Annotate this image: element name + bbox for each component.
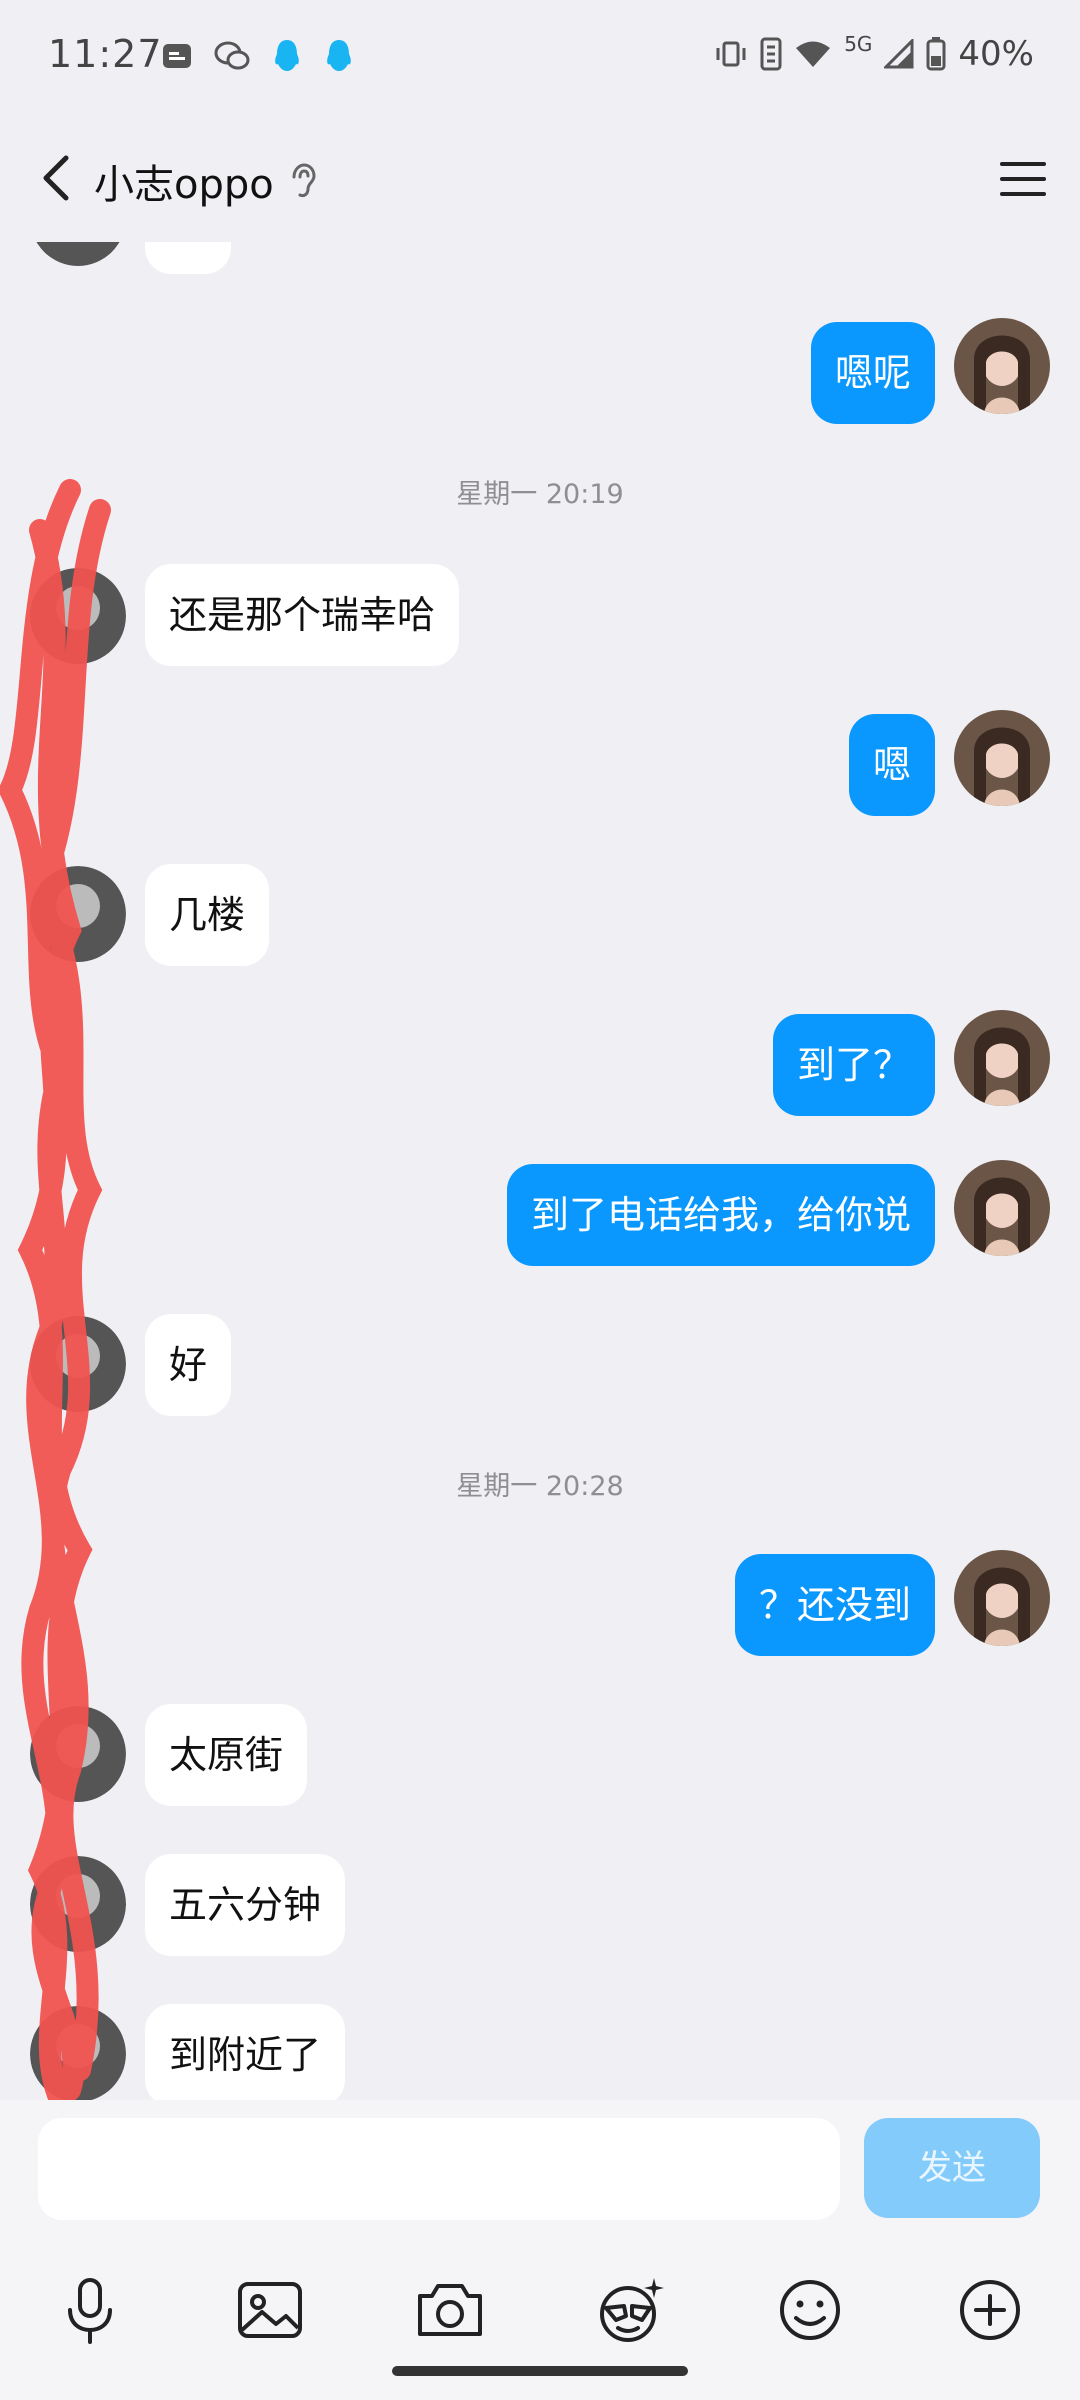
chat-header: 小志oppo <box>0 112 1080 242</box>
contact-avatar[interactable] <box>30 242 126 266</box>
wifi-icon <box>796 41 831 67</box>
message-input[interactable] <box>38 2118 840 2220</box>
menu-icon[interactable] <box>996 152 1050 206</box>
camera-icon[interactable] <box>412 2272 488 2348</box>
microphone-icon[interactable] <box>52 2272 128 2348</box>
notification-icons <box>162 38 354 74</box>
contact-title[interactable]: 小志oppo <box>94 152 316 210</box>
battery-percent: 40% <box>958 34 1034 74</box>
timestamp: 星期一 20:28 <box>456 1471 624 1502</box>
message-received[interactable]: 还是那个瑞幸哈 <box>145 564 460 666</box>
my-avatar[interactable] <box>954 710 1050 806</box>
wechat-icon <box>214 41 250 70</box>
signal-icon <box>884 39 914 69</box>
message-received[interactable]: 好 <box>145 242 232 274</box>
redaction-scribble <box>0 479 111 2110</box>
message-notification-icon <box>163 44 191 68</box>
qq-icon <box>275 40 299 71</box>
message-sent[interactable]: 到了电话给我，给你说 <box>506 1164 935 1266</box>
send-button[interactable]: 发送 <box>864 2118 1040 2218</box>
message-received[interactable]: 几楼 <box>145 864 270 966</box>
my-avatar[interactable] <box>954 1550 1050 1646</box>
home-indicator[interactable] <box>392 2366 688 2376</box>
system-status-icons: 5G 40% <box>714 32 1034 74</box>
battery-icon <box>926 37 946 71</box>
back-icon[interactable] <box>28 148 88 208</box>
message-sent[interactable]: ？还没到 <box>734 1554 935 1656</box>
message-sent[interactable]: 嗯 <box>848 714 935 816</box>
message-received[interactable]: 太原街 <box>145 1704 308 1806</box>
ear-icon <box>292 163 316 198</box>
my-avatar[interactable] <box>954 1160 1050 1256</box>
contact-name: 小志oppo <box>94 162 274 208</box>
my-avatar[interactable] <box>954 318 1050 414</box>
message-list[interactable]: 好 嗯呢 星期一 20:19 还是那个瑞幸哈 嗯 几楼 到了？ 到了电话给我，给… <box>0 242 1080 2100</box>
status-bar: 11:27 5G 40% <box>0 0 1080 112</box>
message-received[interactable]: 到附近了 <box>145 2004 346 2100</box>
plus-icon[interactable] <box>952 2272 1028 2348</box>
message-sent[interactable]: 嗯呢 <box>810 322 935 424</box>
qq-icon-2 <box>327 40 351 71</box>
status-time: 11:27 <box>48 32 163 76</box>
network-type: 5G <box>844 32 873 56</box>
message-sent[interactable]: 到了？ <box>772 1014 935 1116</box>
vibrate-icon <box>716 41 746 67</box>
nfc-icon <box>760 37 782 71</box>
timestamp: 星期一 20:19 <box>456 479 624 510</box>
sticker-icon[interactable] <box>592 2272 668 2348</box>
image-icon[interactable] <box>232 2272 308 2348</box>
message-received[interactable]: 五六分钟 <box>145 1854 346 1956</box>
emoji-icon[interactable] <box>772 2272 848 2348</box>
my-avatar[interactable] <box>954 1010 1050 1106</box>
input-area: 发送 <box>0 2100 1080 2400</box>
